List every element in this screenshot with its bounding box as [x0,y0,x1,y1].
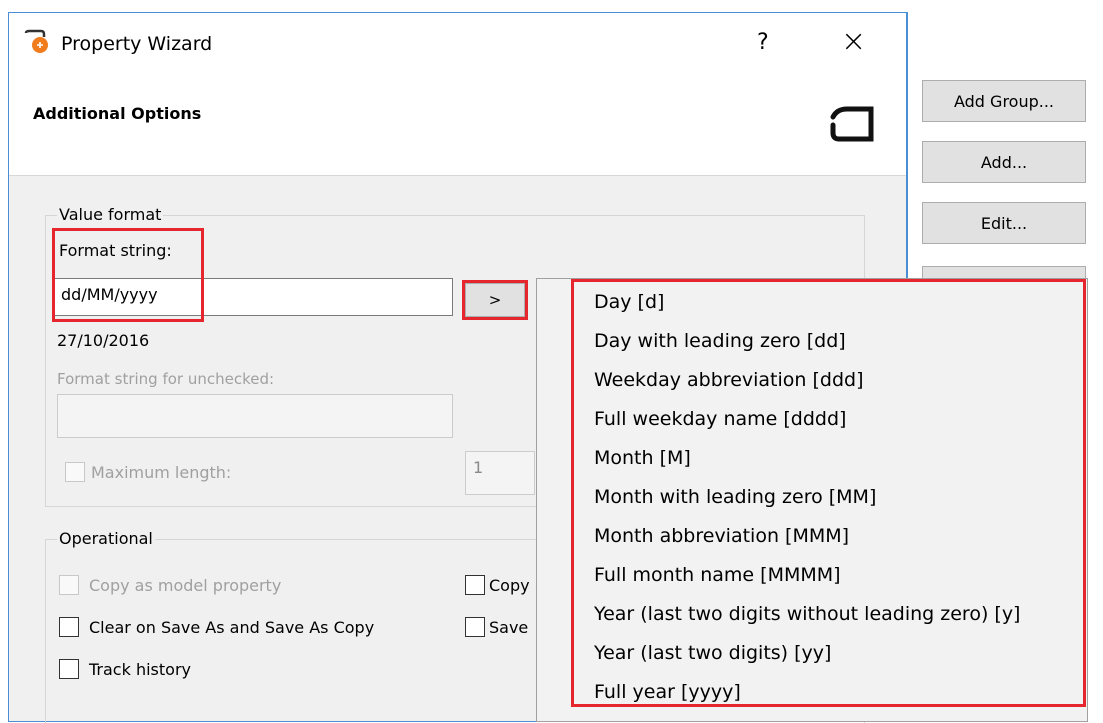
menu-item-day[interactable]: Day [d] [594,290,664,314]
menu-item-day-leading-zero[interactable]: Day with leading zero [dd] [594,329,846,353]
title-bar: Property Wizard ? × [9,13,906,75]
hidden-side-button[interactable] [922,266,1086,278]
menu-item-month[interactable]: Month [M] [594,446,691,470]
close-button[interactable]: × [841,25,866,59]
maximum-length-checkbox [65,462,85,482]
edit-button[interactable]: Edit... [922,202,1086,244]
menu-item-year-two-digit[interactable]: Year (last two digits) [yy] [594,641,831,665]
wizard-app-icon [23,29,53,55]
format-preview: 27/10/2016 [57,331,150,350]
maximum-length-spinner: 1 [465,451,535,495]
add-group-button[interactable]: Add Group... [922,80,1086,122]
help-button[interactable]: ? [757,29,769,57]
menu-item-full-month[interactable]: Full month name [MMMM] [594,563,841,587]
insert-button-highlight [462,280,528,320]
clear-on-save-label: Clear on Save As and Save As Copy [89,618,375,637]
dialog-title: Property Wizard [61,33,213,55]
save-option-checkbox[interactable] [465,617,485,637]
add-button[interactable]: Add... [922,141,1086,183]
operational-group-title: Operational [57,529,155,549]
copy-option-checkbox[interactable] [465,575,485,595]
copy-model-property-label: Copy as model property [89,576,282,595]
save-option-label: Save [489,618,529,637]
menu-item-year-short[interactable]: Year (last two digits without leading ze… [594,602,1020,626]
menu-item-month-abbrev[interactable]: Month abbreviation [MMM] [594,524,849,548]
clear-on-save-checkbox[interactable] [59,617,79,637]
maximum-length-label: Maximum length: [91,463,232,482]
copy-option-label: Copy [489,576,530,595]
track-history-checkbox[interactable] [59,659,79,679]
menu-item-full-weekday[interactable]: Full weekday name [dddd] [594,407,846,431]
wizard-header: Additional Options [9,75,906,176]
unchecked-format-label: Format string for unchecked: [57,370,275,388]
page-title: Additional Options [33,104,202,123]
value-format-group-title: Value format [57,205,164,225]
track-history-label: Track history [89,660,191,679]
menu-item-full-year[interactable]: Full year [yyyy] [594,680,741,704]
unchecked-format-input [57,394,453,438]
format-string-highlight [52,228,204,322]
copy-model-property-checkbox [59,575,79,595]
brand-hook-logo [829,105,879,147]
menu-item-weekday-abbrev[interactable]: Weekday abbreviation [ddd] [594,368,864,392]
menu-item-month-leading-zero[interactable]: Month with leading zero [MM] [594,485,876,509]
